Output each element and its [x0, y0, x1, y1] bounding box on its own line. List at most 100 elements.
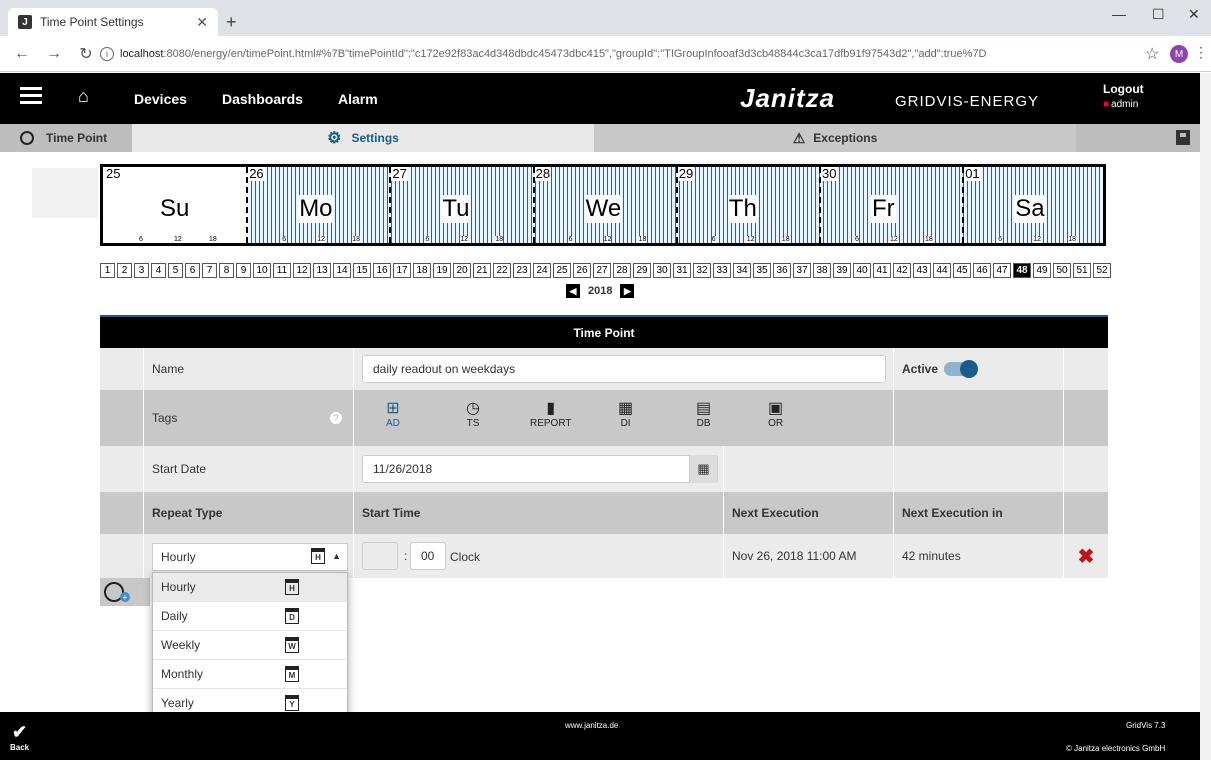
- week-number-button[interactable]: 12: [293, 263, 311, 278]
- week-number-button[interactable]: 9: [236, 263, 251, 278]
- tab-time-point[interactable]: Time Point: [0, 124, 132, 152]
- week-number-button[interactable]: 51: [1073, 263, 1091, 278]
- prev-year-button[interactable]: ◀: [566, 284, 580, 298]
- name-input[interactable]: daily readout on weekdays: [362, 355, 886, 383]
- week-number-button[interactable]: 11: [273, 263, 291, 278]
- week-number-button[interactable]: 45: [953, 263, 971, 278]
- bookmark-star-icon[interactable]: ☆: [1145, 44, 1159, 64]
- week-number-button[interactable]: 19: [433, 263, 451, 278]
- week-number-button[interactable]: 17: [393, 263, 411, 278]
- active-toggle[interactable]: [944, 360, 979, 378]
- hamburger-menu-icon[interactable]: [20, 87, 42, 105]
- repeat-option-weekly[interactable]: Weekly W: [153, 631, 347, 660]
- week-number-button[interactable]: 26: [573, 263, 591, 278]
- tag-db[interactable]: ▤ DB: [696, 398, 711, 429]
- week-number-button[interactable]: 23: [513, 263, 531, 278]
- add-time-point-button[interactable]: +: [100, 578, 150, 606]
- profile-avatar[interactable]: M: [1170, 45, 1188, 63]
- week-number-button[interactable]: 36: [773, 263, 791, 278]
- tab-exceptions[interactable]: ⚠ Exceptions: [594, 124, 1076, 152]
- week-number-button[interactable]: 30: [653, 263, 671, 278]
- window-close-icon[interactable]: ✕: [1188, 6, 1200, 23]
- tag-ad[interactable]: ⊞ AD: [386, 398, 400, 429]
- week-number-button[interactable]: 43: [913, 263, 931, 278]
- page-scrollbar[interactable]: [1200, 73, 1211, 760]
- repeat-type-select[interactable]: Hourly H ▲: [152, 543, 348, 571]
- week-number-button[interactable]: 44: [933, 263, 951, 278]
- week-number-button[interactable]: 46: [973, 263, 991, 278]
- day-column[interactable]: 29 Th 6 12 18: [676, 167, 819, 243]
- tag-or[interactable]: ▣ OR: [768, 398, 783, 429]
- week-number-button[interactable]: 16: [373, 263, 391, 278]
- nav-dashboards[interactable]: Dashboards: [222, 91, 303, 107]
- home-icon[interactable]: ⌂: [78, 86, 89, 107]
- back-arrow-icon[interactable]: ←: [10, 45, 34, 63]
- week-number-button[interactable]: 20: [453, 263, 471, 278]
- week-number-button[interactable]: 33: [713, 263, 731, 278]
- tab-close-icon[interactable]: ✕: [196, 14, 208, 31]
- day-column[interactable]: 28 We 6 12 18: [533, 167, 676, 243]
- day-column[interactable]: 30 Fr 6 12 18: [819, 167, 962, 243]
- week-number-button[interactable]: 24: [533, 263, 551, 278]
- week-number-button[interactable]: 47: [993, 263, 1011, 278]
- repeat-option-daily[interactable]: Daily D: [153, 602, 347, 631]
- footer-url[interactable]: www.janitza.de: [565, 721, 618, 730]
- week-number-button[interactable]: 52: [1093, 263, 1111, 278]
- repeat-option-monthly[interactable]: Monthly M: [153, 660, 347, 689]
- week-number-button[interactable]: 13: [313, 263, 331, 278]
- week-number-button[interactable]: 10: [253, 263, 271, 278]
- week-number-button[interactable]: 48: [1013, 263, 1031, 278]
- week-number-button[interactable]: 38: [813, 263, 831, 278]
- maximize-icon[interactable]: ☐: [1152, 6, 1165, 23]
- day-column[interactable]: 27 Tu 6 12 18: [389, 167, 532, 243]
- day-column[interactable]: 25 Su 6 12 18: [103, 167, 246, 243]
- tab-settings[interactable]: ⚙ Settings: [132, 124, 594, 152]
- help-icon[interactable]: ?: [330, 412, 342, 424]
- back-button[interactable]: ✔ Back: [10, 722, 29, 752]
- delete-icon[interactable]: ✖: [1078, 544, 1095, 569]
- week-number-button[interactable]: 42: [893, 263, 911, 278]
- week-number-button[interactable]: 41: [873, 263, 891, 278]
- repeat-option-hourly[interactable]: Hourly H: [153, 573, 347, 602]
- day-column[interactable]: 01 Sa 6 12 18: [962, 167, 1105, 243]
- reload-icon[interactable]: ↻: [74, 44, 98, 64]
- minute-input[interactable]: 00: [410, 542, 446, 570]
- week-calendar-strip[interactable]: 25 Su 6 12 18 26 Mo 6 12 18 27 Tu 6 12 18 28 We 6 12 18 29 Th…: [100, 164, 1106, 246]
- forward-arrow-icon[interactable]: →: [42, 45, 66, 63]
- week-number-button[interactable]: 2: [117, 263, 132, 278]
- next-year-button[interactable]: ▶: [620, 284, 635, 298]
- week-number-button[interactable]: 28: [613, 263, 631, 278]
- week-number-button[interactable]: 50: [1053, 263, 1071, 278]
- week-number-button[interactable]: 35: [753, 263, 771, 278]
- browser-menu-icon[interactable]: ⋮: [1194, 44, 1208, 61]
- save-button[interactable]: [1076, 124, 1200, 152]
- week-number-button[interactable]: 14: [333, 263, 351, 278]
- week-number-button[interactable]: 7: [202, 263, 217, 278]
- week-number-button[interactable]: 37: [793, 263, 811, 278]
- day-column[interactable]: 26 Mo 6 12 18: [246, 167, 389, 243]
- week-number-button[interactable]: 1: [100, 263, 115, 278]
- week-number-button[interactable]: 3: [134, 263, 149, 278]
- week-number-button[interactable]: 22: [493, 263, 511, 278]
- tag-ts[interactable]: ◷ TS: [466, 398, 480, 429]
- week-number-button[interactable]: 6: [185, 263, 200, 278]
- week-number-button[interactable]: 27: [593, 263, 611, 278]
- info-icon[interactable]: i: [100, 47, 114, 61]
- week-number-button[interactable]: 32: [693, 263, 711, 278]
- week-number-button[interactable]: 39: [833, 263, 851, 278]
- browser-tab[interactable]: J Time Point Settings ✕: [8, 8, 218, 36]
- week-number-button[interactable]: 40: [853, 263, 871, 278]
- tag-report[interactable]: ▮ REPORT: [530, 398, 572, 429]
- hour-input[interactable]: [362, 542, 398, 570]
- week-number-button[interactable]: 49: [1033, 263, 1051, 278]
- week-number-button[interactable]: 31: [673, 263, 691, 278]
- minimize-icon[interactable]: —: [1112, 6, 1126, 22]
- new-tab-icon[interactable]: +: [226, 12, 237, 33]
- week-number-button[interactable]: 29: [633, 263, 651, 278]
- week-number-button[interactable]: 18: [413, 263, 431, 278]
- week-number-button[interactable]: 5: [168, 263, 183, 278]
- week-number-button[interactable]: 34: [733, 263, 751, 278]
- nav-devices[interactable]: Devices: [134, 91, 187, 107]
- week-number-button[interactable]: 25: [553, 263, 571, 278]
- week-number-button[interactable]: 21: [473, 263, 491, 278]
